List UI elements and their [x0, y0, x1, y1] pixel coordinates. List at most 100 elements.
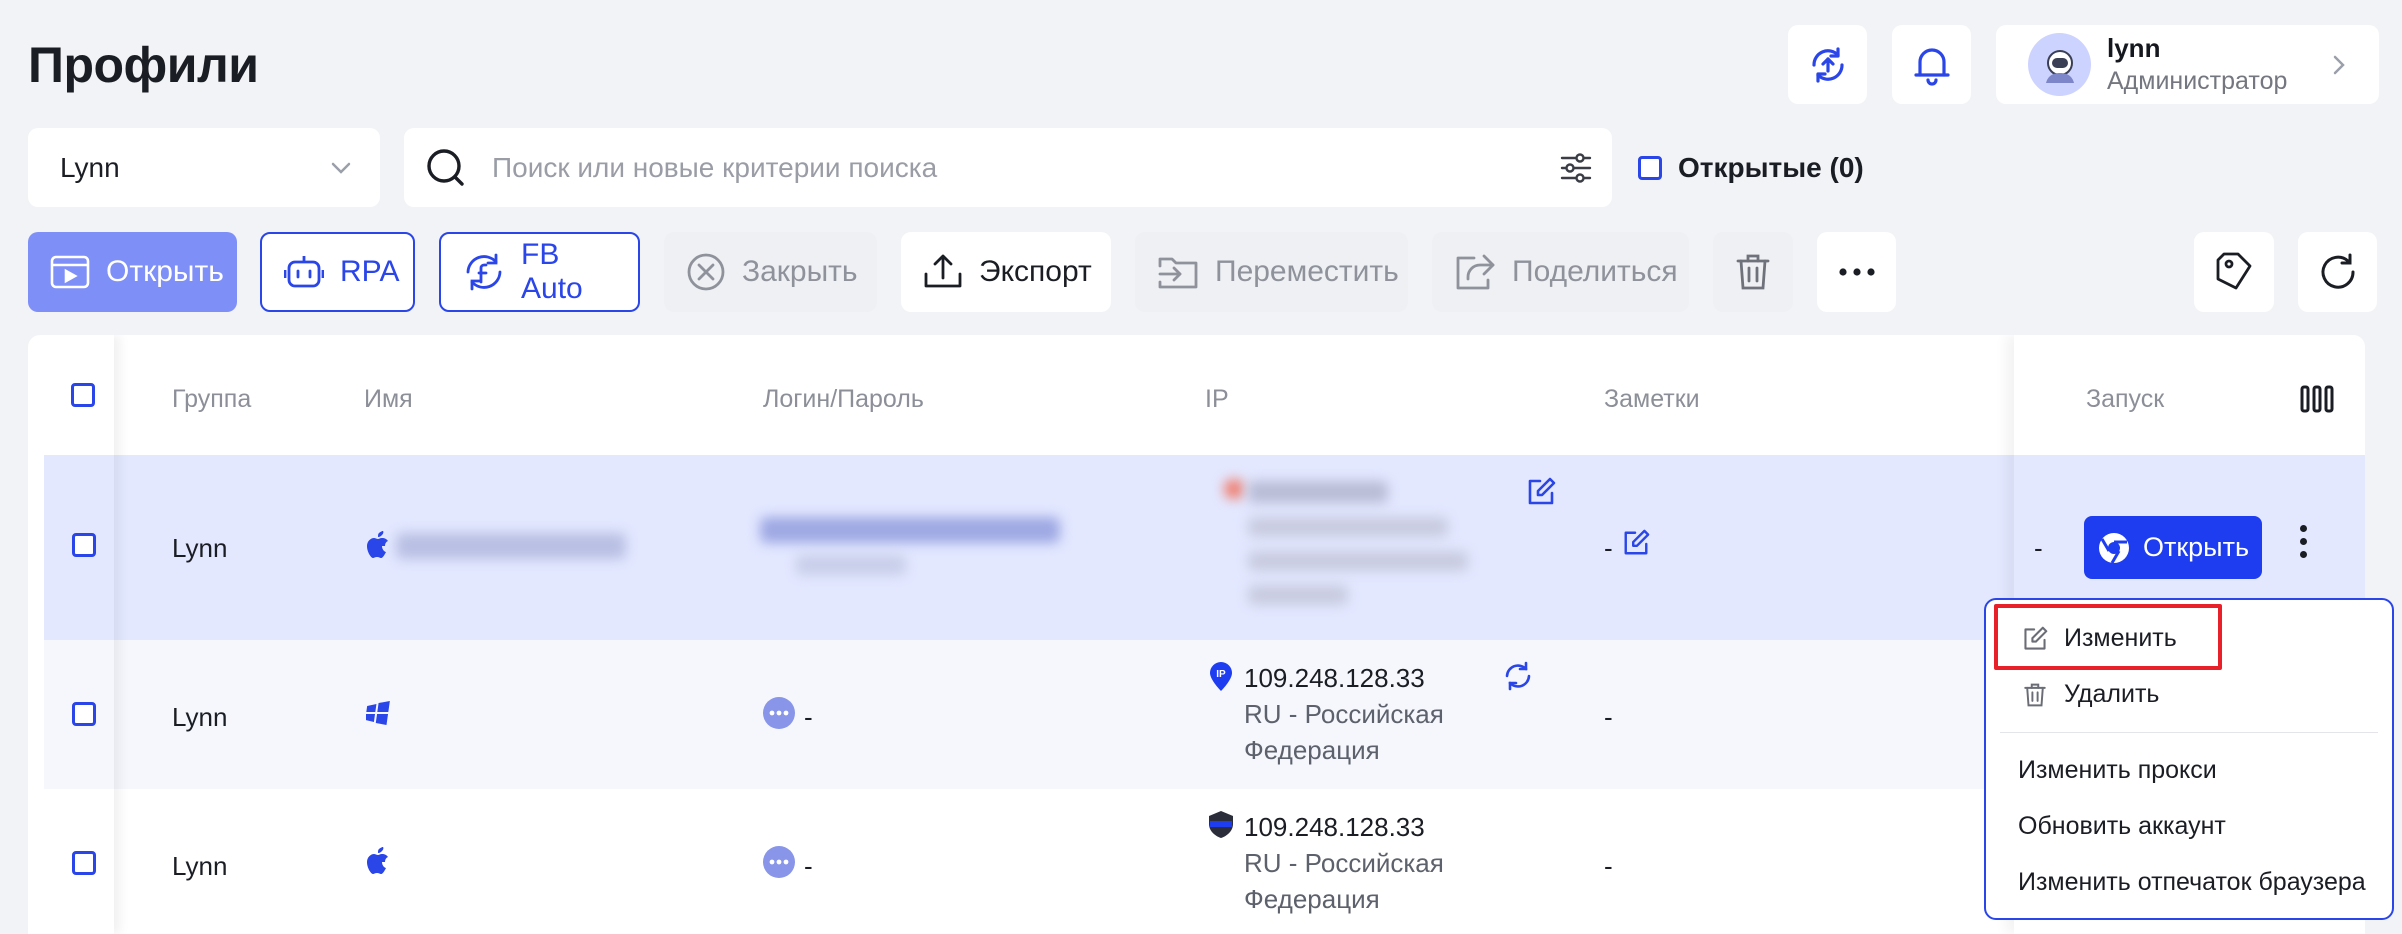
close-button-label: Закрыть	[742, 255, 858, 288]
rpa-button-label: RPA	[340, 255, 400, 288]
more-options-circle-icon	[763, 846, 795, 878]
row-ip-location-blurred	[1248, 585, 1348, 605]
trash-icon	[1736, 254, 1770, 290]
menu-item-update-account-label: Обновить аккаунт	[2018, 812, 2226, 840]
row-ip-block: 109.248.128.33 RU - Российская Федерация	[1244, 660, 1504, 768]
row-ip-blurred	[1248, 481, 1388, 503]
user-profile-card[interactable]: lynn Администратор	[1996, 25, 2379, 104]
select-all-checkbox[interactable]	[71, 383, 95, 407]
row-ip-flag-blurred	[1224, 479, 1244, 499]
row-login: -	[804, 851, 813, 881]
column-header-launch: Запуск	[2086, 385, 2165, 413]
open-button-label: Открыть	[106, 255, 224, 288]
menu-item-change-fingerprint[interactable]: Изменить отпечаток браузера	[1986, 868, 2392, 897]
menu-item-delete-label: Удалить	[2064, 680, 2160, 708]
menu-divider	[2000, 732, 2378, 733]
row-ip-location: RU - Российская Федерация	[1244, 848, 1444, 914]
browser-window-icon	[50, 255, 90, 289]
fb-auto-button[interactable]: FB Auto	[439, 232, 640, 312]
opened-checkbox[interactable]	[1638, 156, 1662, 180]
upload-icon	[924, 254, 962, 288]
column-header-notes[interactable]: Заметки	[1604, 385, 1700, 414]
sync-upload-icon	[1811, 46, 1844, 83]
fb-auto-button-label: FB Auto	[521, 238, 583, 305]
column-header-ip[interactable]: IP	[1205, 385, 1229, 414]
row-login: -	[804, 702, 813, 732]
row-group: Lynn	[172, 533, 228, 563]
row-checkbox[interactable]	[72, 851, 96, 875]
row-more-menu-button[interactable]	[2300, 525, 2307, 558]
menu-item-change-proxy[interactable]: Изменить прокси	[1986, 756, 2392, 785]
chevron-right-icon	[2333, 55, 2345, 74]
row-notes: -	[1604, 533, 1613, 563]
row-ip-address: 109.248.128.33	[1244, 812, 1425, 842]
windows-icon	[366, 701, 390, 725]
refresh-ip-icon[interactable]	[1502, 660, 1534, 692]
share-button[interactable]: Поделиться	[1432, 232, 1689, 312]
trash-icon	[2024, 683, 2046, 706]
row-open-button[interactable]: Открыть	[2084, 516, 2262, 579]
highlight-annotation	[1994, 604, 2222, 670]
socks5-shield-icon	[1209, 811, 1233, 838]
notifications-button[interactable]	[1892, 25, 1971, 104]
open-button[interactable]: Открыть	[28, 232, 237, 312]
chrome-icon	[2098, 532, 2129, 564]
move-to-folder-icon	[1158, 257, 1198, 289]
opened-filter-label: Открытые (0)	[1678, 152, 1864, 183]
row-ip-block: 109.248.128.33 RU - Российская Федерация	[1244, 809, 1504, 917]
row-ip-address: 109.248.128.33	[1244, 663, 1425, 693]
row-notes: -	[1604, 702, 1613, 732]
row-checkbox[interactable]	[72, 533, 96, 557]
more-horizontal-icon	[1838, 268, 1875, 276]
row-group: Lynn	[172, 702, 228, 732]
column-header-group[interactable]: Группа	[172, 385, 251, 414]
menu-item-change-proxy-label: Изменить прокси	[2018, 756, 2217, 784]
export-button-label: Экспорт	[979, 255, 1092, 288]
more-options-circle-icon	[763, 697, 795, 729]
tags-button[interactable]	[2194, 232, 2274, 312]
facebook-sync-icon	[466, 253, 502, 291]
menu-item-update-account[interactable]: Обновить аккаунт	[1986, 812, 2392, 841]
refresh-button[interactable]	[2298, 232, 2377, 312]
user-name: lynn	[2107, 32, 2161, 63]
search-input[interactable]	[492, 151, 1560, 184]
column-header-name[interactable]: Имя	[364, 385, 413, 414]
menu-item-change-fingerprint-label: Изменить отпечаток браузера	[2018, 868, 2366, 896]
filter-settings-icon[interactable]	[1560, 152, 1592, 183]
tag-icon	[2216, 252, 2252, 290]
group-select-value: Lynn	[60, 151, 120, 183]
delete-button[interactable]	[1713, 232, 1793, 312]
page-title: Профили	[28, 37, 259, 93]
sync-button[interactable]	[1788, 25, 1867, 104]
avatar	[2028, 33, 2091, 96]
row-name-blurred	[396, 533, 626, 559]
row-open-button-label: Открыть	[2142, 532, 2250, 562]
ip-pin-icon: IP	[1210, 662, 1232, 691]
move-button[interactable]: Переместить	[1135, 232, 1408, 312]
rpa-button[interactable]: RPA	[260, 232, 415, 312]
apple-icon	[367, 847, 388, 874]
chevron-down-icon	[331, 162, 351, 174]
profiles-page: Профили lynn Администратор Lynn Поиск ил…	[0, 0, 2402, 934]
menu-item-delete[interactable]: Удалить	[1986, 680, 2392, 709]
row-login-blurred	[760, 517, 1060, 543]
row-ip-location-blurred	[1248, 551, 1468, 571]
edit-ip-icon[interactable]	[1526, 477, 1556, 507]
edit-notes-icon[interactable]	[1622, 529, 1650, 557]
columns-settings-icon[interactable]	[2300, 385, 2334, 413]
more-actions-button[interactable]	[1817, 232, 1896, 312]
refresh-icon	[2321, 253, 2355, 289]
robot-icon	[284, 256, 324, 288]
row-checkbox[interactable]	[72, 702, 96, 726]
export-button[interactable]: Экспорт	[901, 232, 1111, 312]
astronaut-avatar-icon	[2045, 49, 2074, 83]
row-ip-location: RU - Российская Федерация	[1244, 699, 1444, 765]
column-header-login[interactable]: Логин/Пароль	[763, 385, 924, 414]
move-button-label: Переместить	[1215, 255, 1399, 288]
opened-filter[interactable]: Открытые (0)	[1638, 152, 1864, 184]
row-group: Lynn	[172, 851, 228, 881]
close-button[interactable]: Закрыть	[664, 232, 877, 312]
group-select[interactable]: Lynn	[28, 128, 380, 207]
search-icon	[427, 148, 464, 186]
user-role: Администратор	[2107, 66, 2288, 95]
